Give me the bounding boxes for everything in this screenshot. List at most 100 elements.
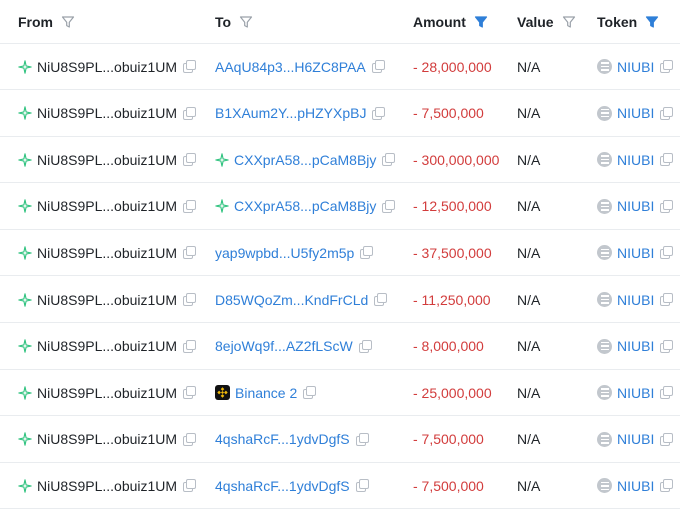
filter-active-icon[interactable]	[474, 15, 488, 29]
from-address[interactable]: NiU8S9PL...obuiz1UM	[37, 385, 177, 401]
copy-icon[interactable]	[660, 432, 674, 446]
to-address-link[interactable]: yap9wpbd...U5fy2m5p	[215, 245, 354, 261]
copy-icon[interactable]	[183, 106, 197, 120]
copy-icon[interactable]	[382, 153, 396, 167]
table-row: NiU8S9PL...obuiz1UM B1XAum2Y...pHZYXpBJ - …	[0, 91, 680, 137]
from-address[interactable]: NiU8S9PL...obuiz1UM	[37, 245, 177, 261]
to-address-link[interactable]: 4qshaRcF...1ydvDgfS	[215, 478, 350, 494]
from-cell: NiU8S9PL...obuiz1UM	[18, 137, 197, 182]
from-address[interactable]: NiU8S9PL...obuiz1UM	[37, 431, 177, 447]
from-cell: NiU8S9PL...obuiz1UM	[18, 324, 197, 369]
token-link[interactable]: NIUBI	[617, 152, 654, 168]
filter-active-icon[interactable]	[645, 15, 659, 29]
copy-icon[interactable]	[183, 386, 197, 400]
copy-icon[interactable]	[183, 199, 197, 213]
token-link[interactable]: NIUBI	[617, 292, 654, 308]
copy-icon[interactable]	[183, 246, 197, 260]
amount-cell: - 25,000,000	[413, 384, 492, 401]
amount-cell: - 37,500,000	[413, 244, 492, 261]
from-address[interactable]: NiU8S9PL...obuiz1UM	[37, 338, 177, 354]
from-address[interactable]: NiU8S9PL...obuiz1UM	[37, 478, 177, 494]
copy-icon[interactable]	[183, 153, 197, 167]
token-cell: NIUBI	[597, 230, 674, 275]
token-link[interactable]: NIUBI	[617, 478, 654, 494]
value-cell: N/A	[517, 198, 541, 215]
header-from-label: From	[18, 13, 53, 30]
from-address[interactable]: NiU8S9PL...obuiz1UM	[37, 198, 177, 214]
token-icon	[597, 292, 612, 307]
copy-icon[interactable]	[358, 339, 372, 353]
to-address-link[interactable]: AAqU84p3...H6ZC8PAA	[215, 59, 366, 75]
copy-icon[interactable]	[660, 153, 674, 167]
copy-icon[interactable]	[374, 293, 388, 306]
to-address-link[interactable]: D85WQoZm...KndFrCLd	[215, 292, 368, 308]
filter-icon[interactable]	[239, 15, 253, 29]
copy-icon[interactable]	[355, 432, 369, 446]
amount-cell: - 7,500,000	[413, 477, 484, 494]
token-cell: NIUBI	[597, 277, 674, 322]
from-address[interactable]: NiU8S9PL...obuiz1UM	[37, 152, 177, 168]
header-value-label: Value	[517, 13, 554, 30]
token-link[interactable]: NIUBI	[617, 245, 654, 261]
token-icon	[597, 338, 612, 354]
copy-icon[interactable]	[660, 199, 674, 213]
copy-icon[interactable]	[183, 479, 197, 493]
copy-icon[interactable]	[660, 386, 674, 400]
to-address-link[interactable]: 8ejoWq9f...AZ2fLScW	[215, 338, 353, 354]
token-link[interactable]: NIUBI	[617, 198, 654, 214]
copy-icon[interactable]	[372, 106, 386, 120]
token-link[interactable]: NIUBI	[617, 338, 654, 354]
amount-cell: - 28,000,000	[413, 58, 492, 75]
token-link[interactable]: NIUBI	[617, 105, 654, 121]
copy-icon[interactable]	[183, 432, 197, 446]
token-cell: NIUBI	[597, 184, 674, 229]
to-cell: 8ejoWq9f...AZ2fLScW	[215, 324, 372, 369]
copy-icon[interactable]	[360, 246, 374, 260]
filter-icon[interactable]	[61, 15, 75, 29]
from-address[interactable]: NiU8S9PL...obuiz1UM	[37, 292, 177, 308]
token-link[interactable]: NIUBI	[617, 385, 654, 401]
amount-cell: - 7,500,000	[413, 105, 484, 122]
to-cell: 4qshaRcF...1ydvDgfS	[215, 417, 369, 462]
from-address[interactable]: NiU8S9PL...obuiz1UM	[37, 59, 177, 75]
to-address-link[interactable]: CXXprA58...pCaM8Bjy	[234, 152, 376, 168]
header-to-label: To	[215, 13, 232, 30]
copy-icon[interactable]	[660, 479, 674, 493]
token-icon	[597, 431, 612, 447]
copy-icon[interactable]	[371, 60, 385, 73]
copy-icon[interactable]	[660, 106, 674, 120]
copy-icon[interactable]	[660, 60, 674, 73]
copy-icon[interactable]	[183, 293, 197, 306]
copy-icon[interactable]	[183, 339, 197, 353]
copy-icon[interactable]	[355, 479, 369, 493]
from-cell: NiU8S9PL...obuiz1UM	[18, 370, 197, 415]
copy-icon[interactable]	[660, 339, 674, 353]
sparkle-icon	[215, 199, 229, 214]
token-cell: NIUBI	[597, 463, 674, 508]
header-token: Token	[597, 0, 659, 43]
to-address-link[interactable]: B1XAum2Y...pHZYXpBJ	[215, 105, 366, 121]
token-link[interactable]: NIUBI	[617, 59, 654, 75]
filter-icon[interactable]	[562, 15, 576, 29]
value-cell: N/A	[517, 384, 541, 401]
amount-cell: - 300,000,000	[413, 151, 500, 168]
header-from: From	[18, 0, 75, 43]
table-row: NiU8S9PL...obuiz1UM D85WQoZm...KndFrCLd - …	[0, 277, 680, 323]
copy-icon[interactable]	[660, 293, 674, 306]
value-cell: N/A	[517, 477, 541, 494]
copy-icon[interactable]	[382, 199, 396, 213]
value-cell: N/A	[517, 105, 541, 122]
to-address-link[interactable]: CXXprA58...pCaM8Bjy	[234, 198, 376, 214]
value-cell: N/A	[517, 291, 541, 308]
to-address-link[interactable]: Binance 2	[235, 385, 297, 401]
to-address-link[interactable]: 4qshaRcF...1ydvDgfS	[215, 431, 350, 447]
table-row: NiU8S9PL...obuiz1UM 4qshaRcF...1ydvDgfS - …	[0, 417, 680, 463]
token-link[interactable]: NIUBI	[617, 431, 654, 447]
binance-icon	[215, 385, 230, 401]
copy-icon[interactable]	[660, 246, 674, 260]
copy-icon[interactable]	[183, 60, 197, 73]
copy-icon[interactable]	[303, 386, 317, 400]
from-address[interactable]: NiU8S9PL...obuiz1UM	[37, 105, 177, 121]
to-cell: D85WQoZm...KndFrCLd	[215, 277, 388, 322]
value-cell: N/A	[517, 431, 541, 448]
